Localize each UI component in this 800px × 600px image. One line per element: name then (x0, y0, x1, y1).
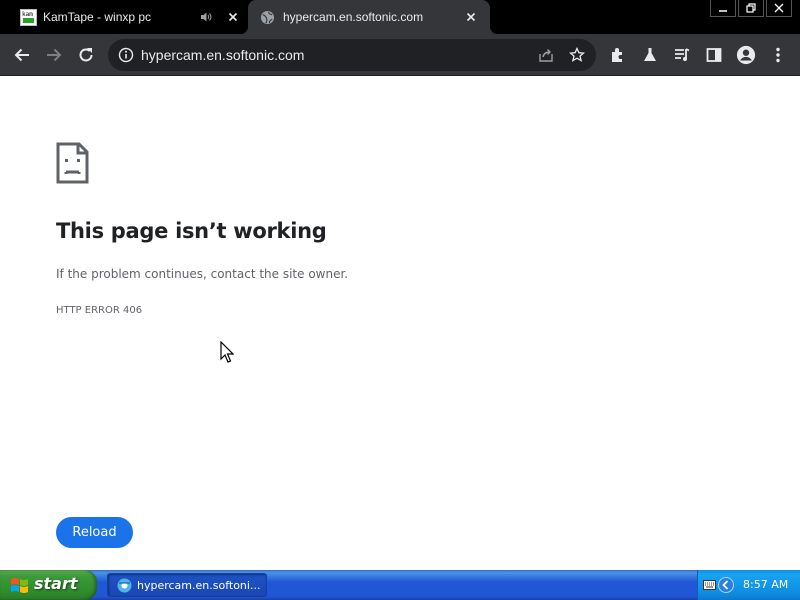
labs-icon (644, 48, 656, 61)
error-title: This page isn’t working (56, 219, 327, 243)
taskbar-item-browser[interactable]: hypercam.en.softoni... (107, 573, 267, 597)
address-text[interactable]: hypercam.en.softonic.com (141, 47, 304, 63)
taskbar: start hypercam.en.softoni... 8:57 AM (0, 570, 800, 600)
star-icon[interactable] (569, 47, 585, 63)
close-window-button[interactable] (766, 0, 792, 17)
extensions-button[interactable] (608, 45, 628, 65)
back-icon (14, 48, 29, 62)
clock: 8:57 AM (743, 578, 789, 591)
profile-icon (736, 45, 756, 65)
kamtape-favicon-icon: kam (20, 9, 37, 26)
info-icon[interactable] (118, 47, 134, 63)
side-panel-button[interactable] (704, 45, 724, 65)
sad-page-icon (56, 142, 89, 184)
tab-kamtape[interactable]: kam KamTape - winxp pc (8, 0, 248, 34)
share-icon[interactable] (538, 47, 554, 63)
keyboard-icon[interactable] (703, 580, 716, 590)
kebab-menu-icon (776, 47, 780, 63)
close-icon (774, 3, 784, 13)
back-button[interactable] (12, 45, 32, 65)
reload-icon (79, 48, 93, 62)
show-hidden-icons-icon[interactable] (718, 577, 734, 593)
browser-app-icon (117, 578, 132, 593)
media-icon (675, 48, 690, 61)
speaker-icon[interactable] (200, 11, 212, 23)
reload-button[interactable]: Reload (56, 517, 133, 548)
browser-toolbar: hypercam.en.softonic.com (0, 34, 800, 76)
globe-icon (260, 10, 275, 25)
favicon-text: kam (22, 11, 33, 18)
error-description: If the problem continues, contact the si… (56, 267, 349, 281)
media-button[interactable] (672, 45, 692, 65)
restore-icon (746, 3, 756, 13)
start-label: start (34, 574, 78, 593)
address-bar[interactable]: hypercam.en.softonic.com (108, 39, 596, 71)
minimize-icon (719, 10, 727, 12)
window-controls (710, 0, 792, 17)
profile-button[interactable] (736, 45, 756, 65)
tab-title: hypercam.en.softonic.com (283, 10, 424, 24)
forward-button[interactable] (44, 45, 64, 65)
start-button[interactable]: start (0, 570, 97, 600)
restore-button[interactable] (738, 0, 764, 17)
close-tab-icon[interactable] (464, 10, 478, 24)
windows-logo-icon (11, 578, 28, 593)
system-tray: 8:57 AM (697, 570, 800, 600)
mouse-cursor-icon (220, 341, 234, 363)
side-panel-icon (706, 48, 722, 62)
error-code: HTTP ERROR 406 (56, 305, 143, 316)
extensions-icon (612, 48, 622, 62)
labs-button[interactable] (640, 45, 660, 65)
close-tab-icon[interactable] (226, 10, 240, 24)
forward-icon (47, 48, 62, 62)
tab-hypercam[interactable]: hypercam.en.softonic.com (240, 0, 498, 34)
minimize-button[interactable] (710, 0, 736, 17)
reload-button[interactable] (76, 45, 96, 65)
error-page: This page isn’t working If the problem c… (0, 77, 800, 570)
tab-title: KamTape - winxp pc (43, 10, 152, 24)
tab-strip: kam KamTape - winxp pc hypercam.en.softo… (0, 0, 800, 34)
menu-button[interactable] (768, 45, 788, 65)
taskbar-item-label: hypercam.en.softoni... (137, 579, 261, 592)
